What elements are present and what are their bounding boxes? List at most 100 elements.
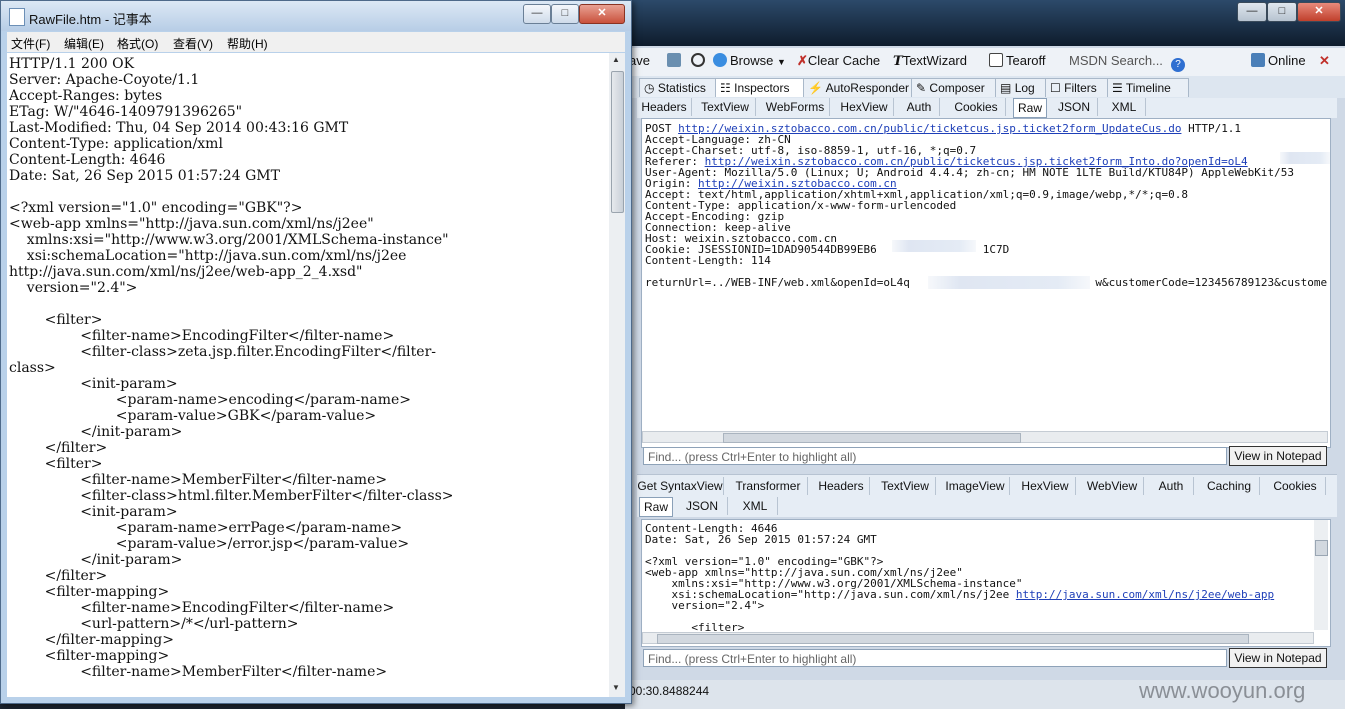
menu-edit[interactable]: 编辑(E) [64,35,104,52]
textwizard-button[interactable]: TTextWizard [893,53,967,69]
req-tab-webforms[interactable]: WebForms [761,98,830,116]
help-icon[interactable]: ? [1171,53,1188,72]
main-tabs: ◷ Statistics ☷ Inspectors ⚡ AutoResponde… [625,76,1345,98]
notepad-line [9,184,454,200]
close-button[interactable]: ✕ [1297,2,1341,22]
save-menu-label[interactable]: ave [629,53,650,68]
response-vscrollbar[interactable] [1314,520,1328,630]
req-tab-headers[interactable]: Headers [637,98,692,116]
clear-cache-button[interactable]: ✗Clear Cache [797,53,880,69]
online-label: Online [1268,53,1306,68]
tab-inspectors[interactable]: ☷ Inspectors [715,78,805,97]
resp-subtab-xml[interactable]: XML [733,497,778,515]
notepad-line: <filter-mapping> [9,648,170,664]
notepad-line: <filter-class>zeta.jsp.filter.EncodingFi… [9,344,436,360]
chevron-down-icon: ▼ [776,57,786,67]
notepad-close-button[interactable]: ✕ [579,4,625,24]
tab-autoresponder[interactable]: ⚡ AutoResponder [803,78,913,97]
notepad-maximize-button[interactable]: □ [551,4,579,24]
raw-line: Content-Length: 114 [645,255,1327,266]
scroll-thumb[interactable] [611,71,624,213]
request-raw-pane[interactable]: POST http://weixin.sztobacco.com.cn/publ… [641,118,1331,448]
resp-tab-cookies[interactable]: Cookies [1265,477,1326,495]
clear-cache-label: Clear Cache [807,53,881,68]
scroll-thumb[interactable] [1315,540,1328,556]
req-tab-cookies[interactable]: Cookies [947,98,1006,116]
checkbox-icon: ☐ [1050,81,1061,95]
tab-composer[interactable]: ✎ Composer [911,78,997,97]
req-tab-hexview[interactable]: HexView [835,98,894,116]
response-find-input[interactable]: Find... (press Ctrl+Enter to highlight a… [643,649,1227,667]
resp-tab-syntaxview[interactable]: Get SyntaxView [637,477,724,495]
notepad-line: Content-Length: 4646 [9,152,166,168]
response-raw-pane[interactable]: Content-Length: 4646 Date: Sat, 26 Sep 20… [641,519,1331,647]
menu-view[interactable]: 查看(V) [173,35,213,52]
clear-x-icon: ✗ [797,53,808,68]
minimize-button[interactable]: — [1237,2,1267,22]
menu-file[interactable]: 文件(F) [11,35,50,52]
msdn-search-input[interactable]: MSDN Search... [1069,53,1163,68]
screenshot-button[interactable] [667,53,684,68]
notepad-line: HTTP/1.1 200 OK [9,56,135,72]
notepad-line: <filter> [9,312,103,328]
redacted-blur [1280,152,1330,164]
tab-filters[interactable]: ☐ Filters [1045,78,1111,97]
tab-timeline[interactable]: ☰ Timeline [1107,78,1189,97]
tab-log[interactable]: ▤ Log [995,78,1047,97]
response-view-in-notepad-button[interactable]: View in Notepad [1229,648,1327,668]
resp-tab-caching[interactable]: Caching [1199,477,1260,495]
notepad-line: class> [9,360,56,376]
resp-tab-headers[interactable]: Headers [813,477,870,495]
request-view-in-notepad-button[interactable]: View in Notepad [1229,446,1327,466]
notepad-text-area[interactable]: HTTP/1.1 200 OK Server: Apache-Coyote/1.1… [7,53,609,697]
notepad-line: <filter-name>MemberFilter</filter-name> [9,664,388,680]
notepad-line: ETag: W/"4646-1409791396265" [9,104,243,120]
url-link[interactable]: http://java.sun.com/xml/ns/j2ee/web-app [1016,588,1274,601]
response-hscrollbar[interactable] [642,632,1314,644]
timer-button[interactable] [691,53,708,68]
raw-text: Content-Length: 114 [645,254,771,267]
scroll-thumb[interactable] [723,433,1021,443]
resp-tab-auth[interactable]: Auth [1149,477,1194,495]
resp-tab-imageview[interactable]: ImageView [941,477,1010,495]
browse-button[interactable]: Browse ▼ [713,53,786,68]
tab-statistics[interactable]: ◷ Statistics [639,78,719,97]
req-tab-json[interactable]: JSON [1051,98,1098,116]
fiddler-toolbar: ave Browse ▼ ✗Clear Cache TTextWizard Te… [625,48,1345,77]
req-tab-textview[interactable]: TextView [695,98,756,116]
tearoff-label: Tearoff [1006,53,1046,68]
redacted-blur [892,240,976,252]
menu-help[interactable]: 帮助(H) [227,35,268,52]
notepad-minimize-button[interactable]: — [523,4,551,24]
request-find-input[interactable]: Find... (press Ctrl+Enter to highlight a… [643,447,1227,465]
resp-tab-transformer[interactable]: Transformer [729,477,808,495]
resp-tab-textview[interactable]: TextView [875,477,936,495]
inspectors-icon: ☷ [720,81,731,95]
req-tab-raw[interactable]: Raw [1013,98,1047,118]
network-icon [1251,53,1265,67]
resp-tab-webview[interactable]: WebView [1081,477,1144,495]
online-indicator[interactable]: Online [1251,53,1306,68]
notepad-line: <?xml version="1.0" encoding="GBK"?> [9,200,303,216]
scroll-up-icon[interactable]: ▲ [612,55,620,64]
scroll-thumb[interactable] [657,634,1249,644]
request-hscrollbar[interactable] [642,431,1328,443]
status-bar: 00:30.8488244 www.wooyun.org [625,678,1345,709]
tearoff-button[interactable]: Tearoff [989,53,1046,68]
notepad-line: </filter> [9,440,108,456]
menu-format[interactable]: 格式(O) [117,35,158,52]
req-tab-xml[interactable]: XML [1103,98,1146,116]
resp-tab-hexview[interactable]: HexView [1015,477,1076,495]
close-online-icon[interactable]: ✕ [1319,53,1330,69]
resp-subtab-json[interactable]: JSON [677,497,728,515]
raw-text: HTTP/1.1 [1181,122,1242,135]
notepad-line: http://java.sun.com/xml/ns/j2ee/web-app_… [9,264,363,280]
log-icon: ▤ [1000,81,1012,95]
scroll-down-icon[interactable]: ▼ [612,683,620,692]
maximize-button[interactable]: □ [1267,2,1297,22]
notepad-vscrollbar[interactable]: ▲ ▼ [609,53,625,697]
req-tab-auth[interactable]: Auth [899,98,940,116]
notepad-line: <param-value>/error.jsp</param-value> [9,536,410,552]
resp-subtab-raw[interactable]: Raw [639,497,673,517]
notepad-titlebar[interactable]: RawFile.htm - 记事本 — □ ✕ [1,1,631,31]
